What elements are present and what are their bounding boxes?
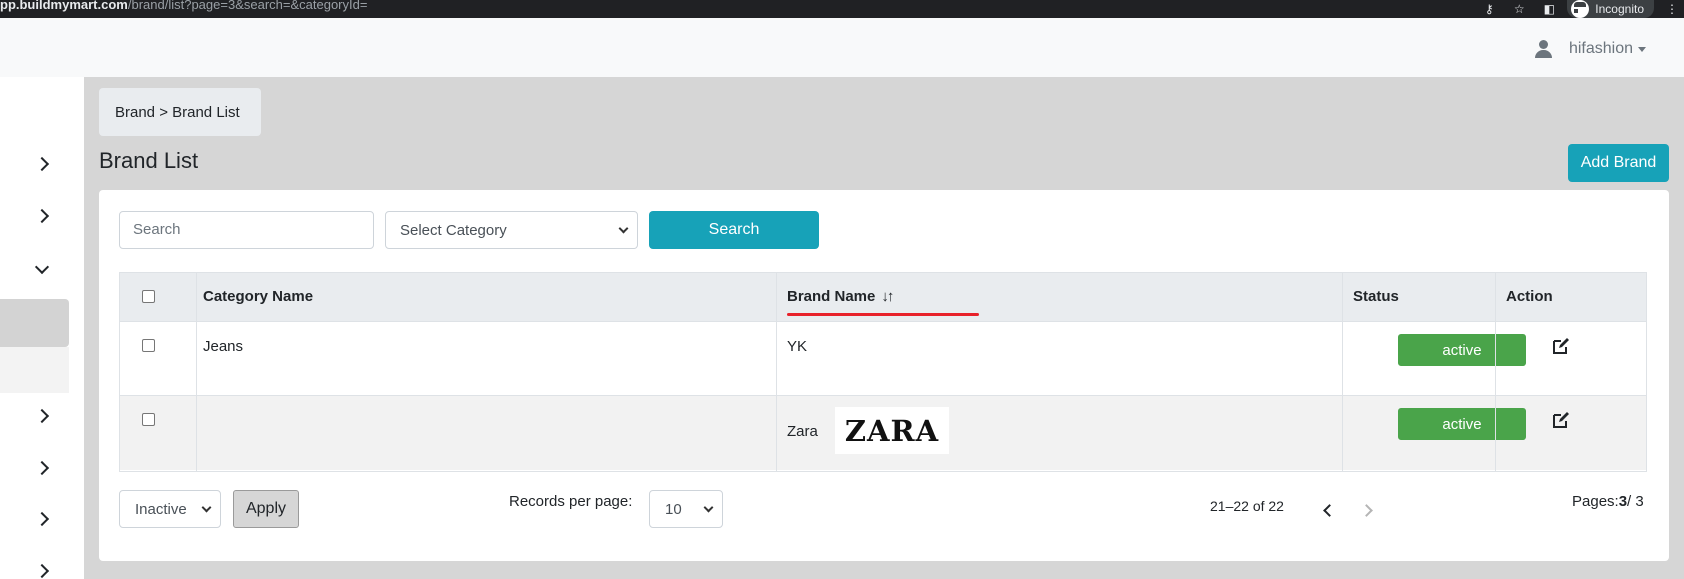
row-checkbox[interactable] bbox=[142, 339, 155, 352]
next-page-icon[interactable] bbox=[1360, 504, 1373, 517]
row-category: Jeans bbox=[203, 338, 244, 355]
username: hifashion bbox=[1568, 40, 1633, 57]
chevron-down-icon bbox=[703, 502, 714, 513]
sidebar-toggle-5[interactable] bbox=[30, 456, 54, 480]
page-indicator: Pages:3/ 3 bbox=[1572, 493, 1644, 510]
column-header-brand-label: Brand Name bbox=[787, 288, 876, 305]
top-navbar: hifashion bbox=[0, 18, 1684, 77]
apply-button[interactable]: Apply bbox=[233, 490, 299, 528]
status-badge[interactable]: active bbox=[1398, 408, 1526, 440]
browser-toolbar: pp.buildmymart.com/brand/list?page=3&sea… bbox=[0, 0, 1684, 18]
url-host: pp.buildmymart.com bbox=[0, 0, 128, 12]
sidebar-item-active[interactable] bbox=[0, 299, 69, 347]
sort-icon[interactable]: ↓↑ bbox=[881, 288, 894, 305]
add-brand-button[interactable]: Add Brand bbox=[1568, 144, 1669, 182]
sidebar-toggle-6[interactable] bbox=[30, 507, 54, 531]
bookmark-star-icon[interactable]: ☆ bbox=[1507, 0, 1531, 18]
current-page: 3 bbox=[1618, 493, 1628, 510]
annotation-underline bbox=[787, 313, 979, 316]
row-brand: Zara bbox=[787, 423, 818, 440]
sidebar-toggle-1[interactable] bbox=[30, 152, 54, 176]
chevron-right-icon bbox=[34, 563, 50, 579]
address-bar[interactable]: pp.buildmymart.com/brand/list?page=3&sea… bbox=[0, 0, 367, 12]
sidebar-toggle-7[interactable] bbox=[30, 559, 54, 579]
edit-icon[interactable] bbox=[1552, 337, 1570, 355]
table-row: Jeans YK active bbox=[120, 322, 1646, 396]
records-per-page-label: Records per page: bbox=[509, 493, 633, 510]
column-divider bbox=[1342, 273, 1343, 471]
category-select[interactable]: Select Category bbox=[385, 211, 638, 249]
incognito-label: Incognito bbox=[1595, 2, 1644, 16]
chevron-right-icon bbox=[34, 156, 50, 172]
records-range: 21–22 of 22 bbox=[1210, 498, 1284, 514]
bulk-status-select[interactable]: Inactive bbox=[119, 490, 221, 528]
total-pages: / 3 bbox=[1627, 493, 1644, 510]
column-header-status: Status bbox=[1353, 288, 1399, 305]
records-per-page-value: 10 bbox=[665, 501, 682, 518]
user-icon bbox=[1534, 40, 1553, 58]
sidebar-toggle-3[interactable] bbox=[30, 258, 54, 282]
chevron-right-icon bbox=[34, 460, 50, 476]
caret-down-icon bbox=[1638, 46, 1646, 52]
column-header-action: Action bbox=[1506, 288, 1553, 305]
brand-table: Category Name Brand Name ↓↑ Status Action… bbox=[119, 272, 1647, 472]
search-input[interactable]: Search bbox=[119, 211, 374, 249]
pages-label: Pages: bbox=[1572, 493, 1619, 510]
sidebar bbox=[0, 77, 84, 579]
sidebar-toggle-2[interactable] bbox=[30, 204, 54, 228]
column-divider bbox=[196, 273, 197, 471]
column-divider bbox=[1495, 273, 1496, 471]
status-badge[interactable]: active bbox=[1398, 334, 1526, 366]
chevron-down-icon bbox=[34, 259, 50, 275]
sidebar-toggle-4[interactable] bbox=[30, 404, 54, 428]
records-per-page-select[interactable]: 10 bbox=[649, 490, 723, 528]
select-all-checkbox[interactable] bbox=[142, 290, 155, 303]
brand-logo: ZARA bbox=[835, 407, 949, 454]
column-divider bbox=[776, 273, 777, 471]
chevron-right-icon bbox=[34, 408, 50, 424]
chevron-down-icon bbox=[618, 223, 629, 234]
side-panel-icon[interactable]: ◧ bbox=[1537, 0, 1561, 18]
table-header: Category Name Brand Name ↓↑ Status Action bbox=[120, 273, 1646, 322]
incognito-indicator[interactable]: Incognito bbox=[1567, 0, 1654, 18]
chevron-right-icon bbox=[34, 208, 50, 224]
bulk-status-value: Inactive bbox=[135, 501, 187, 518]
browser-menu-icon[interactable]: ⋮ bbox=[1660, 0, 1684, 18]
table-row: Zara ZARA active bbox=[120, 396, 1646, 470]
column-header-brand[interactable]: Brand Name ↓↑ bbox=[787, 288, 894, 305]
row-brand: YK bbox=[787, 338, 808, 355]
brand-list-card: Search Select Category Search Category N… bbox=[99, 190, 1669, 561]
sidebar-subitem[interactable] bbox=[0, 347, 69, 393]
search-button[interactable]: Search bbox=[649, 211, 819, 249]
page-title: Brand List bbox=[99, 148, 199, 173]
category-select-value: Select Category bbox=[400, 222, 507, 239]
row-checkbox[interactable] bbox=[142, 413, 155, 426]
chevron-down-icon bbox=[201, 502, 212, 513]
url-path: /brand/list?page=3&search=&categoryId= bbox=[127, 0, 368, 12]
user-menu[interactable]: hifashion bbox=[1534, 40, 1646, 58]
breadcrumb: Brand > Brand List bbox=[99, 88, 261, 136]
column-header-category[interactable]: Category Name bbox=[203, 288, 313, 305]
edit-icon[interactable] bbox=[1552, 411, 1570, 429]
key-icon[interactable]: ⚷ bbox=[1477, 0, 1501, 18]
incognito-icon bbox=[1571, 0, 1590, 18]
previous-page-icon[interactable] bbox=[1323, 504, 1336, 517]
chevron-right-icon bbox=[34, 511, 50, 527]
